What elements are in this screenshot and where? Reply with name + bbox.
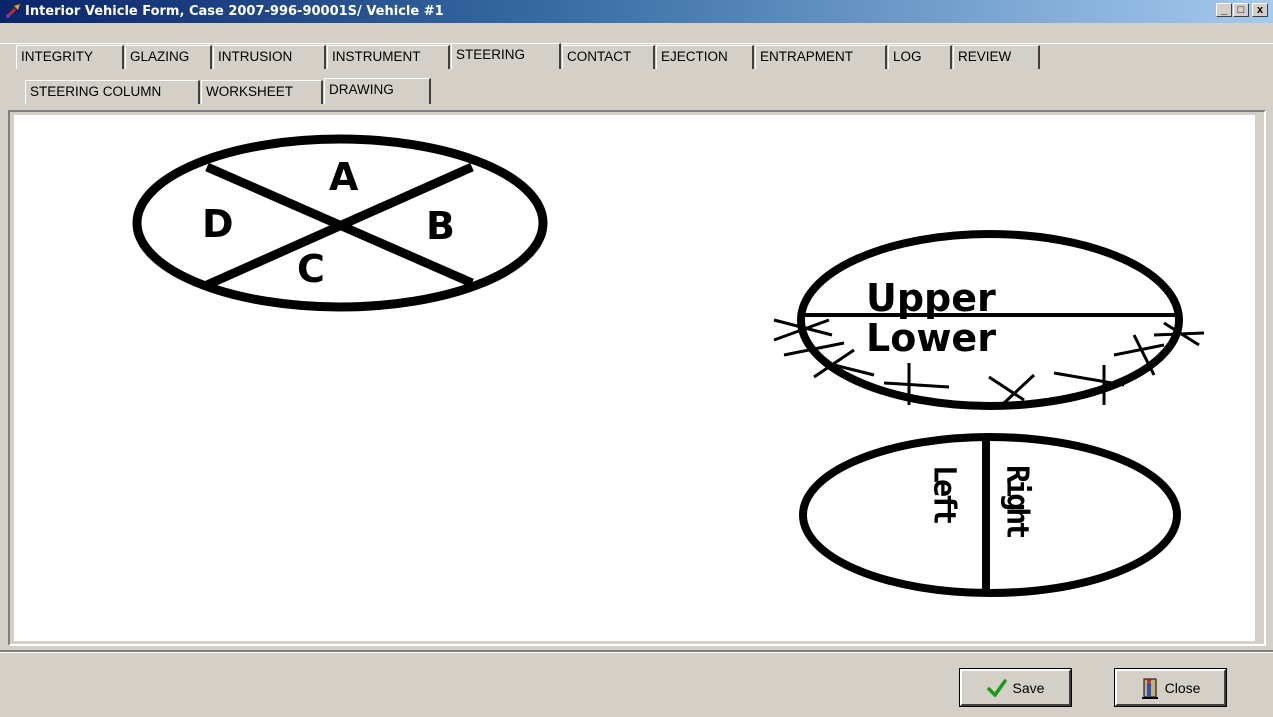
drawing-canvas: A B C D Upper Lower Left Right: [14, 115, 1255, 641]
tab-drawing[interactable]: DRAWING: [324, 78, 431, 104]
main-tab-underline: [0, 43, 1273, 44]
hub-lower-label: Lower: [866, 316, 996, 360]
save-button[interactable]: Save: [959, 668, 1072, 707]
tab-review[interactable]: REVIEW: [953, 45, 1040, 69]
tab-instrument[interactable]: INSTRUMENT: [327, 45, 450, 69]
window-title: Interior Vehicle Form, Case 2007-996-900…: [25, 4, 444, 19]
tab-intrusion[interactable]: INTRUSION: [213, 45, 326, 69]
exit-door-icon: [1141, 678, 1158, 699]
close-button[interactable]: Close: [1114, 668, 1227, 707]
maximize-button[interactable]: □: [1233, 3, 1249, 17]
close-window-button[interactable]: x: [1252, 3, 1268, 17]
upper-lower-hub-diagram: Upper Lower: [773, 230, 1205, 410]
quadrant-label-a: A: [329, 155, 359, 199]
steering-diagram: A B C D Upper Lower Left Right: [132, 134, 1205, 597]
close-button-label: Close: [1164, 679, 1201, 696]
checkmark-icon: [986, 678, 1007, 697]
tab-steering-column[interactable]: STEERING COLUMN: [25, 80, 200, 104]
tab-glazing[interactable]: GLAZING: [125, 45, 212, 69]
left-right-hub-diagram: Left Right: [799, 433, 1181, 597]
tab-steering[interactable]: STEERING: [451, 43, 561, 69]
side-right-label: Right: [1000, 465, 1035, 537]
hub-upper-label: Upper: [866, 276, 996, 320]
quadrant-wheel-diagram: A B C D: [132, 134, 548, 312]
quadrant-label-b: B: [426, 204, 455, 248]
tab-contact[interactable]: CONTACT: [562, 45, 655, 69]
quadrant-label-d: D: [202, 202, 234, 246]
tab-log[interactable]: LOG: [888, 45, 952, 69]
tab-entrapment[interactable]: ENTRAPMENT: [755, 45, 887, 69]
footer-separator: [0, 650, 1273, 653]
save-button-label: Save: [1012, 679, 1045, 696]
tab-ejection[interactable]: EJECTION: [656, 45, 754, 69]
minimize-button[interactable]: _: [1216, 3, 1232, 17]
side-left-label: Left: [927, 465, 962, 523]
app-icon: [5, 4, 20, 19]
tab-integrity[interactable]: INTEGRITY: [16, 45, 124, 69]
title-bar: Interior Vehicle Form, Case 2007-996-900…: [0, 0, 1273, 23]
quadrant-label-c: C: [297, 247, 325, 291]
tab-worksheet[interactable]: WORKSHEET: [201, 80, 323, 104]
